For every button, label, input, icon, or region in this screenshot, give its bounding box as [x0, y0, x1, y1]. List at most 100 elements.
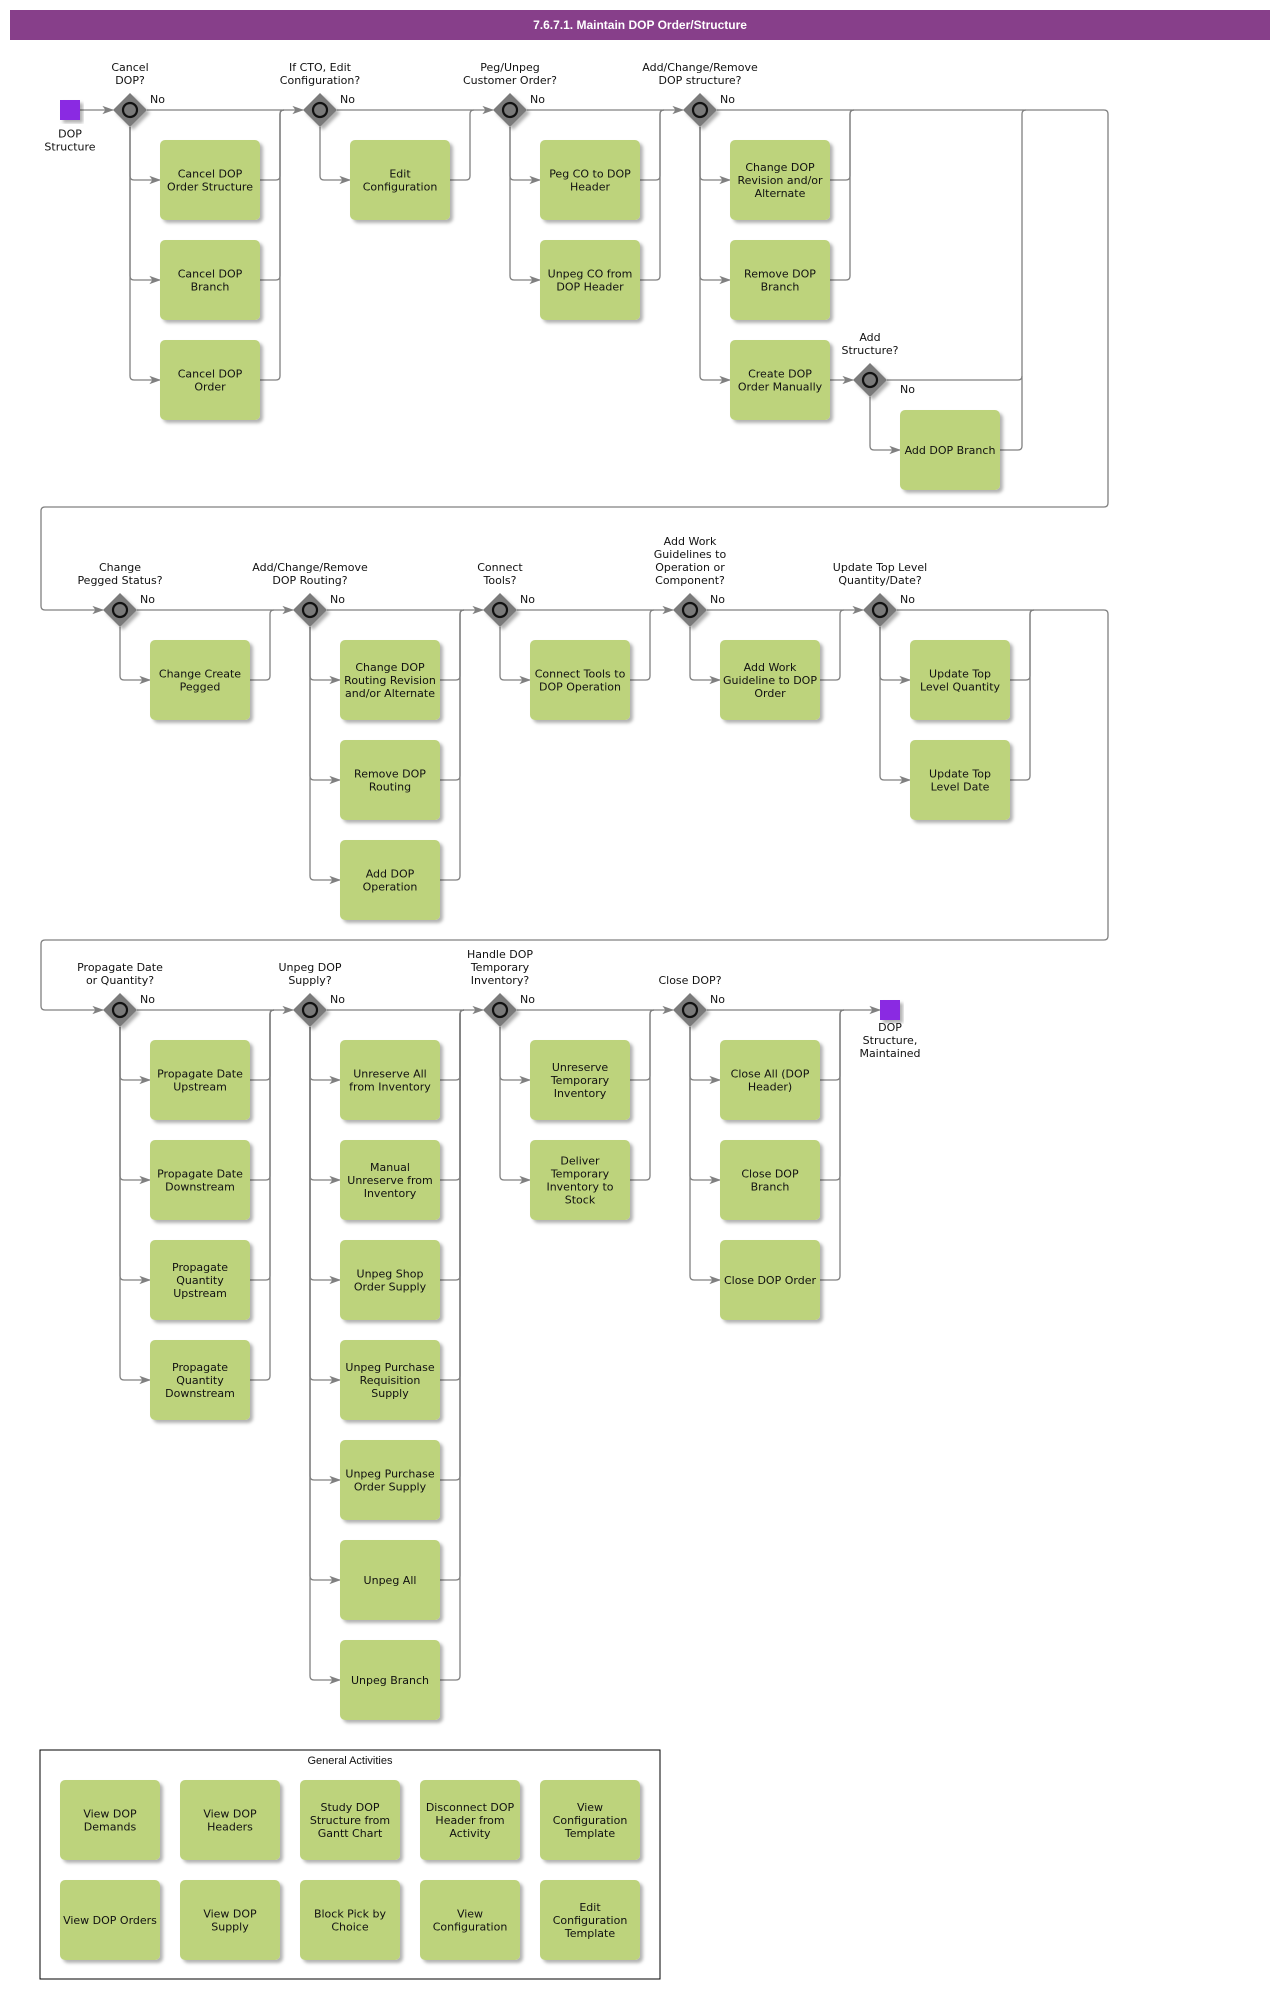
task-label: Connect Tools to DOP Operation [535, 668, 626, 694]
task[interactable]: Unreserve All from Inventory [340, 1040, 440, 1120]
task[interactable]: Cancel DOP Branch [160, 240, 260, 320]
merge-connector [830, 109, 855, 281]
gateway-diamond-icon [673, 993, 707, 1027]
task[interactable]: Unpeg Purchase Order Supply [340, 1440, 440, 1520]
gateway-diamond-icon [863, 593, 897, 627]
branch-connector [699, 127, 732, 385]
general-activity-task[interactable]: Edit Configuration Template [540, 1880, 640, 1960]
task[interactable]: Cancel DOP Order [160, 340, 260, 420]
gateway-question: Add/Change/Remove DOP Routing? [252, 561, 368, 587]
task[interactable]: Propagate Quantity Downstream [150, 1340, 250, 1420]
task-label: Unreserve Temporary Inventory [550, 1061, 610, 1100]
no-label: No [340, 93, 355, 106]
task[interactable]: Close DOP Branch [720, 1140, 820, 1220]
branch-connector [319, 127, 352, 185]
branch-connector [509, 127, 542, 185]
branch-connector [879, 627, 912, 785]
general-activity-task[interactable]: View DOP Supply [180, 1880, 280, 1960]
task-label: Add DOP Branch [905, 444, 996, 457]
task[interactable]: Close DOP Order [720, 1240, 820, 1320]
general-activity-task[interactable]: View DOP Headers [180, 1780, 280, 1860]
general-activity-task[interactable]: Block Pick by Choice [300, 1880, 400, 1960]
gateway-question: Propagate Date or Quantity? [77, 961, 163, 987]
general-activity-task[interactable]: View Configuration Template [540, 1780, 640, 1860]
task-label: Unpeg CO from DOP Header [548, 268, 633, 294]
branch-connector [129, 127, 162, 285]
branch-connector [309, 1027, 342, 1585]
task[interactable]: Close All (DOP Header) [720, 1040, 820, 1120]
task-label: Cancel DOP Order Structure [167, 168, 253, 194]
task[interactable]: Unpeg All [340, 1540, 440, 1620]
branch-connector [869, 397, 902, 455]
branch-connector [689, 1027, 722, 1085]
task[interactable]: Peg CO to DOP Header [540, 140, 640, 220]
branch-connector [119, 1027, 152, 1085]
branch-connector [699, 127, 732, 285]
task[interactable]: Unreserve Temporary Inventory [530, 1040, 630, 1120]
task[interactable]: Unpeg Shop Order Supply [340, 1240, 440, 1320]
branch-connector [309, 1027, 342, 1685]
task-label: View DOP Headers [203, 1808, 257, 1834]
general-activities-title: General Activities [308, 1755, 393, 1767]
task[interactable]: Propagate Quantity Upstream [150, 1240, 250, 1320]
branch-connector [699, 127, 732, 185]
no-label: No [520, 593, 535, 606]
task[interactable]: Deliver Temporary Inventory to Stock [530, 1140, 630, 1220]
general-activity-task[interactable]: View DOP Orders [60, 1880, 160, 1960]
gateway-diamond-icon [493, 93, 527, 127]
merge-connector [640, 109, 665, 281]
general-activity-task[interactable]: Study DOP Structure from Gantt Chart [300, 1780, 400, 1860]
branch-connector [119, 1027, 152, 1285]
task[interactable]: Remove DOP Routing [340, 740, 440, 820]
task[interactable]: Cancel DOP Order Structure [160, 140, 260, 220]
task[interactable]: Change DOP Routing Revision and/or Alterna… [340, 640, 440, 720]
task[interactable]: Propagate Date Upstream [150, 1040, 250, 1120]
task[interactable]: Add DOP Operation [340, 840, 440, 920]
task[interactable]: Unpeg Branch [340, 1640, 440, 1720]
task-label: Unpeg Branch [351, 1674, 429, 1687]
general-activity-task[interactable]: View DOP Demands [60, 1780, 160, 1860]
task[interactable]: Edit Configuration [350, 140, 450, 220]
task[interactable]: Add Work Guideline to DOP Order [720, 640, 820, 720]
gateway: Connect Tools? [477, 561, 523, 627]
gateway-question: Add Structure? [841, 331, 898, 357]
merge-connector [250, 609, 275, 681]
task[interactable]: Remove DOP Branch [730, 240, 830, 320]
gateway-diamond-icon [303, 93, 337, 127]
general-activity-task[interactable]: Disconnect DOP Header from Activity [420, 1780, 520, 1860]
gateway-diamond-icon [673, 593, 707, 627]
gateway-diamond-icon [483, 593, 517, 627]
gateway-question: Add Work Guidelines to Operation or Compone… [654, 535, 727, 587]
task[interactable]: Connect Tools to DOP Operation [530, 640, 630, 720]
general-activity-task[interactable]: View Configuration [420, 1880, 520, 1960]
gateway: Add Structure? [841, 331, 899, 397]
task[interactable]: Update Top Level Quantity [910, 640, 1010, 720]
branch-connector [309, 1027, 342, 1285]
task[interactable]: Manual Unreserve from Inventory [340, 1140, 440, 1220]
no-label: No [330, 593, 345, 606]
gateway-question: Connect Tools? [477, 561, 523, 587]
task-label: Add DOP Operation [363, 868, 418, 894]
gateway-question: Unpeg DOP Supply? [278, 961, 341, 987]
branch-connector [499, 1027, 532, 1185]
branch-connector [689, 1027, 722, 1285]
merge-connector [1010, 609, 1035, 781]
merge-connector [1000, 109, 1027, 451]
task[interactable]: Update Top Level Date [910, 740, 1010, 820]
task[interactable]: Change DOP Revision and/or Alternate [730, 140, 830, 220]
gateway-diamond-icon [293, 593, 327, 627]
task[interactable]: Unpeg Purchase Requisition Supply [340, 1340, 440, 1420]
no-label: No [520, 993, 535, 1006]
task[interactable]: Add DOP Branch [900, 410, 1000, 490]
task[interactable]: Propagate Date Downstream [150, 1140, 250, 1220]
task[interactable]: Unpeg CO from DOP Header [540, 240, 640, 320]
no-label: No [900, 593, 915, 606]
end-event-icon [880, 1000, 900, 1020]
branch-connector [689, 1027, 722, 1185]
process-diagram: DOP StructureCancel DOP?NoIf CTO, Edit Conf… [39, 61, 1109, 1980]
task-label: Propagate Quantity Upstream [172, 1261, 228, 1300]
task[interactable]: Change Create Pegged [150, 640, 250, 720]
branch-connector [309, 627, 342, 685]
merge-connector [630, 1009, 655, 1181]
task[interactable]: Create DOP Order Manually [730, 340, 830, 420]
